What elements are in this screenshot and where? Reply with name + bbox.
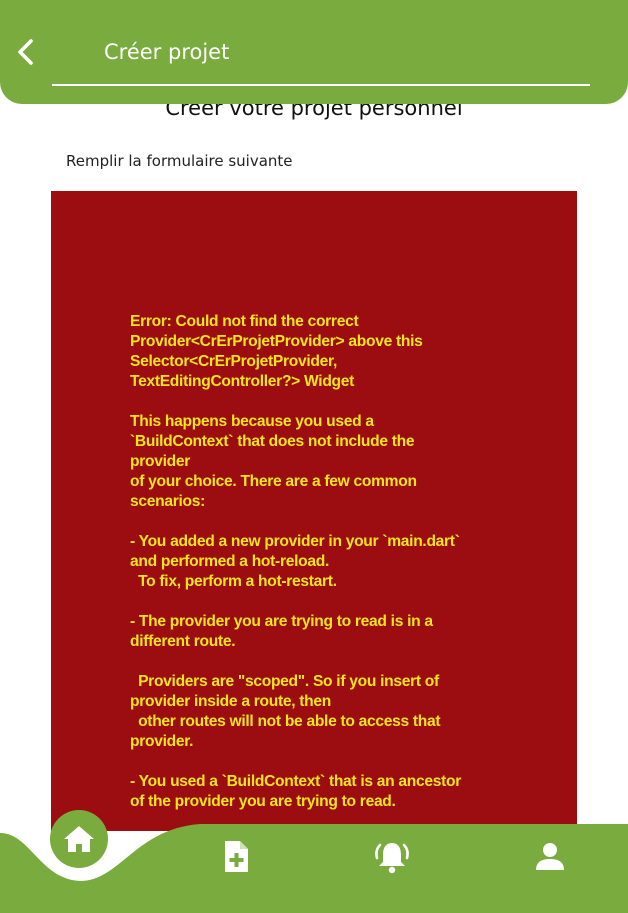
- notification-bell-icon: [375, 843, 409, 874]
- nav-notifications-button[interactable]: [372, 837, 412, 877]
- profile-icon: [536, 843, 564, 870]
- add-document-icon: [225, 841, 248, 872]
- form-instructions: Remplir la formulaire suivante: [66, 152, 293, 170]
- back-button[interactable]: [8, 34, 44, 70]
- error-message: Error: Could not find the correct Provid…: [130, 313, 462, 810]
- nav-home-button[interactable]: [50, 810, 108, 868]
- home-icon: [64, 826, 94, 852]
- title-divider: [52, 84, 590, 86]
- nav-profile-button[interactable]: [530, 836, 570, 876]
- chevron-left-icon: [18, 39, 33, 65]
- bottom-navigation-bar: [0, 810, 628, 913]
- error-panel: Error: Could not find the correct Provid…: [51, 191, 577, 831]
- app-bar: Créer projet: [0, 0, 628, 104]
- page-title: Créer projet: [104, 40, 230, 64]
- nav-add-project-button[interactable]: [216, 837, 256, 877]
